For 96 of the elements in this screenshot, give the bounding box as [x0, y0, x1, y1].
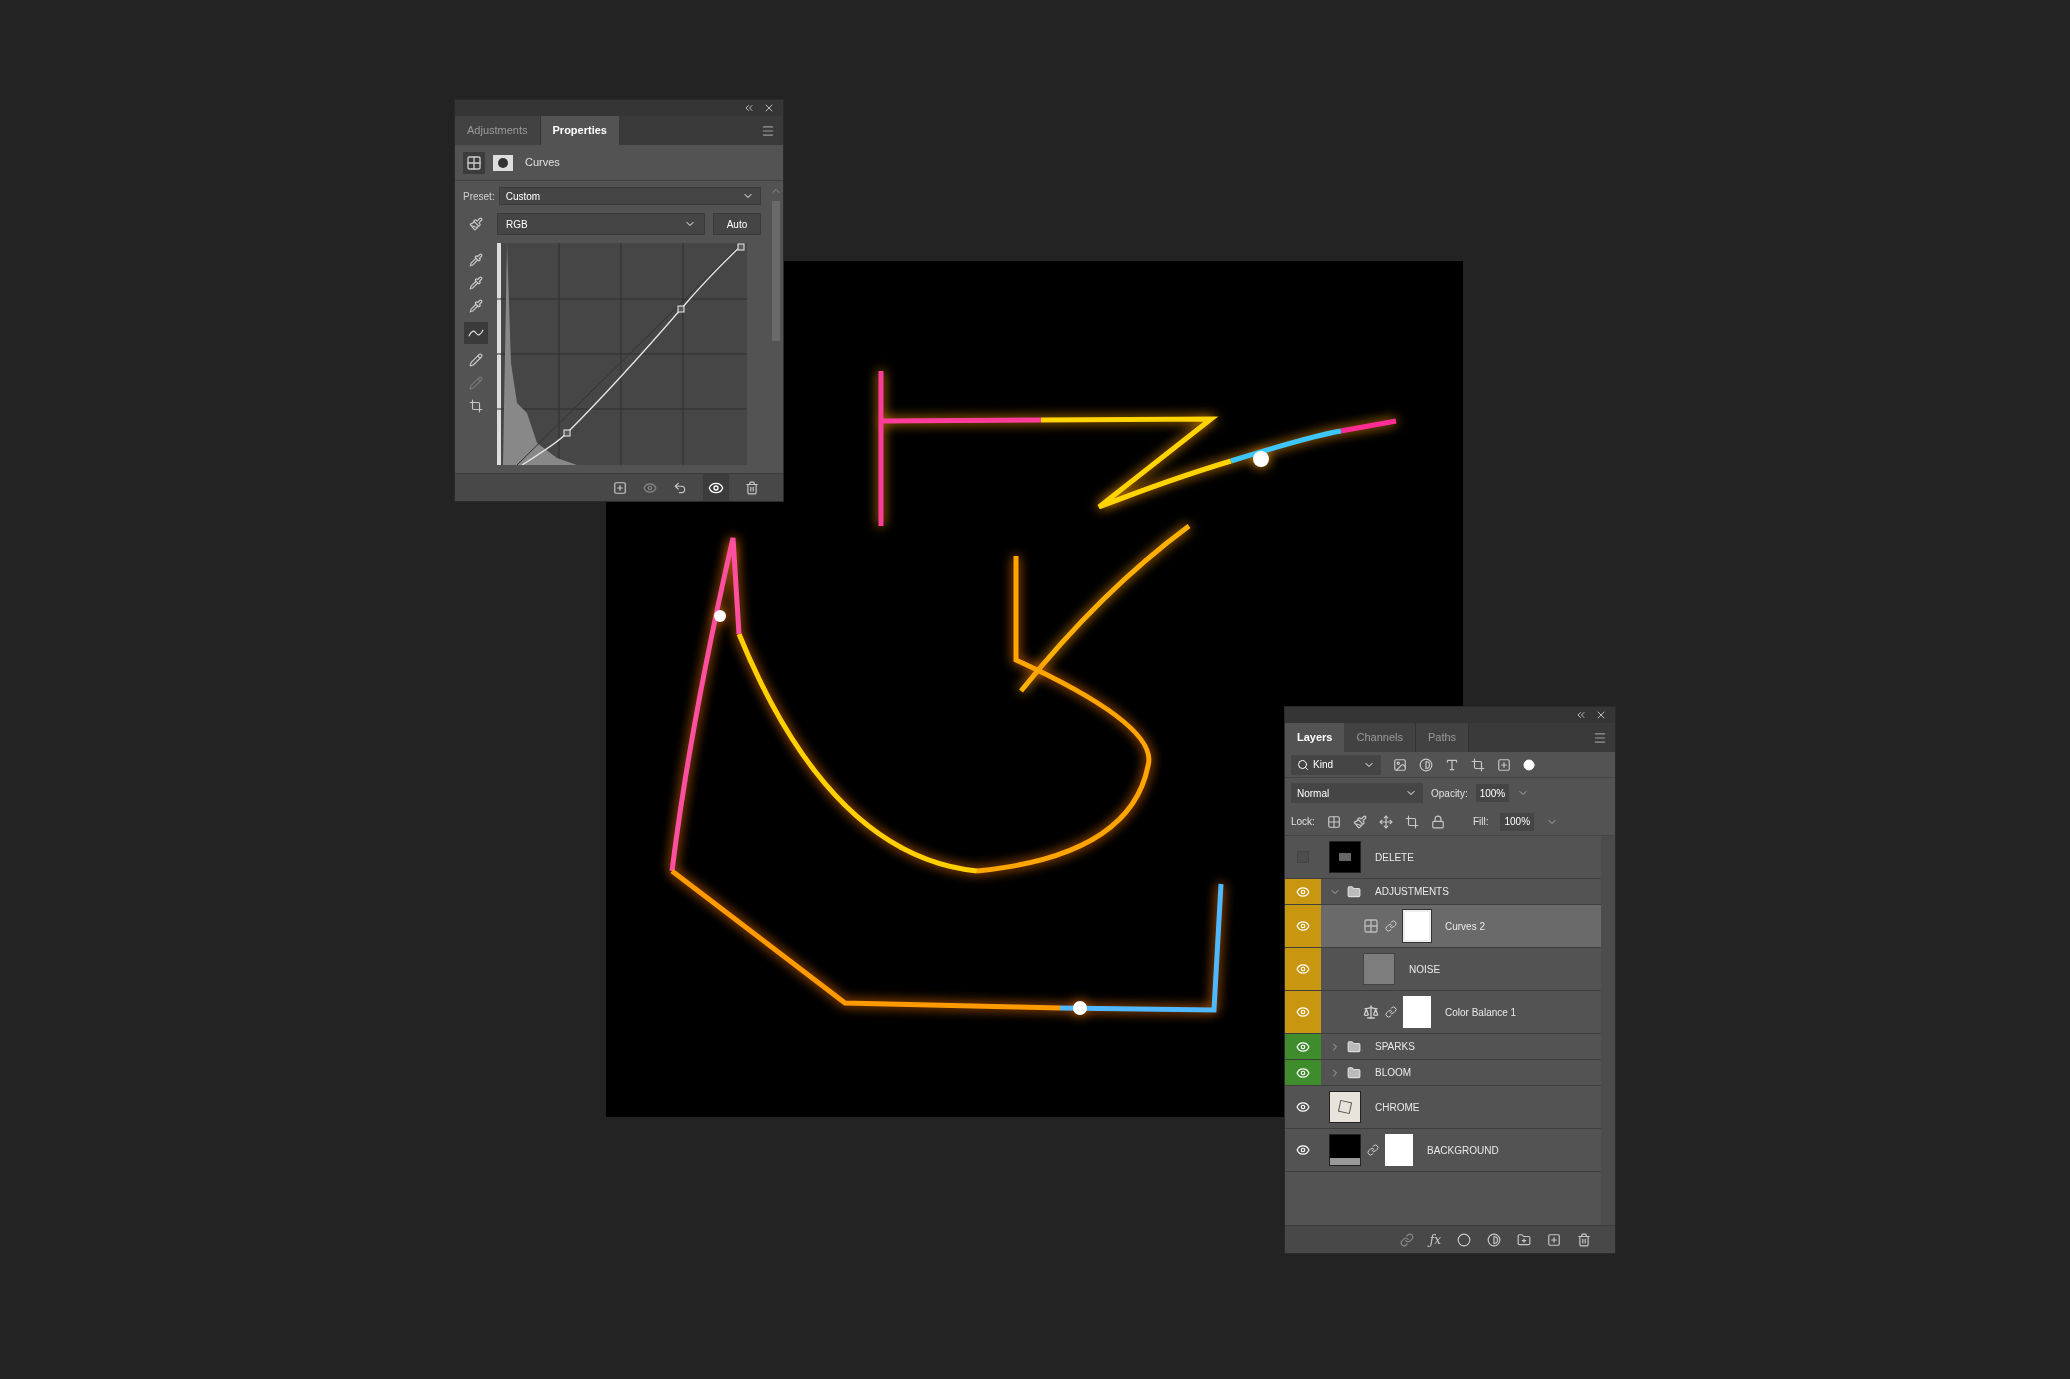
eye-icon	[1296, 1005, 1310, 1019]
opacity-label: Opacity:	[1431, 786, 1468, 801]
scrollbar-track[interactable]	[1601, 836, 1615, 1225]
link-icon	[1367, 1144, 1379, 1156]
new-group-icon[interactable]	[1517, 1232, 1531, 1247]
panel-tab[interactable]: Properties	[540, 116, 619, 145]
layer-name: SPARKS	[1375, 1040, 1415, 1054]
add-mask-icon[interactable]	[1457, 1232, 1471, 1247]
layer-row[interactable]: NOISE	[1285, 948, 1601, 991]
type-filter-icon[interactable]	[1445, 757, 1459, 772]
panel-menu-icon[interactable]	[1593, 730, 1607, 745]
eye-icon	[1296, 962, 1310, 976]
eye-icon	[1296, 1143, 1310, 1157]
new-adjustment-icon[interactable]	[1487, 1232, 1501, 1247]
fx-button[interactable]: ƒx	[1429, 1230, 1441, 1249]
wave-icon	[468, 327, 484, 339]
lock-label: Lock:	[1291, 815, 1315, 829]
eyedropper-icon[interactable]	[469, 276, 483, 290]
lock-pixels-icon[interactable]	[1326, 814, 1341, 829]
layer-name: NOISE	[1409, 962, 1441, 977]
visibility-toggle[interactable]	[1285, 1060, 1321, 1085]
folder-icon	[1347, 884, 1361, 899]
eye-icon	[1296, 919, 1310, 933]
folder-icon	[1347, 1065, 1361, 1080]
layer-thumbnail	[1329, 1091, 1361, 1123]
eye-icon	[1296, 1100, 1310, 1114]
collapse-icon[interactable]	[1575, 709, 1587, 721]
grid-icon	[466, 154, 482, 171]
layer-row[interactable]: Curves 2	[1285, 905, 1601, 948]
fill-field[interactable]: 100%	[1500, 812, 1535, 831]
link-layers-icon[interactable]	[1399, 1232, 1414, 1247]
link-icon	[1385, 1006, 1397, 1018]
preset-label: Preset:	[463, 189, 495, 204]
preset-dropdown[interactable]: Custom	[498, 187, 761, 205]
layer-row[interactable]: SPARKS	[1285, 1034, 1601, 1060]
eye-icon	[1296, 884, 1310, 899]
visibility-toggle[interactable]	[1285, 1034, 1321, 1059]
reset-icon[interactable]	[673, 480, 687, 495]
lock-position-icon[interactable]	[1378, 814, 1393, 829]
panel-tab[interactable]: Channels	[1344, 723, 1416, 752]
visibility-toggle[interactable]	[1285, 905, 1321, 947]
filter-toggle-icon[interactable]	[1523, 758, 1535, 771]
new-layer-icon[interactable]	[1547, 1232, 1561, 1247]
panel-tab[interactable]: Layers	[1285, 723, 1345, 752]
delete-icon[interactable]	[745, 480, 759, 495]
lock-all-icon[interactable]	[1430, 814, 1445, 829]
layer-name: CHROME	[1375, 1100, 1420, 1115]
curves-adjustment-button[interactable]	[463, 151, 485, 174]
close-icon[interactable]	[1595, 709, 1607, 721]
panel-menu-icon[interactable]	[761, 123, 775, 138]
eyedropper-icon[interactable]	[469, 299, 483, 313]
panel-tab[interactable]: Paths	[1415, 723, 1470, 752]
lock-artboard-icon[interactable]	[1404, 814, 1419, 829]
eye-icon	[1296, 1039, 1310, 1054]
layer-name: DELETE	[1375, 850, 1414, 865]
delete-layer-icon[interactable]	[1577, 1232, 1591, 1247]
shape-filter-icon[interactable]	[1471, 757, 1485, 772]
visibility-toggle[interactable]	[1285, 991, 1321, 1033]
close-icon[interactable]	[763, 102, 775, 114]
adjustment-title: Curves	[525, 155, 560, 171]
mask-icon[interactable]	[493, 154, 513, 171]
layer-row[interactable]: Color Balance 1	[1285, 991, 1601, 1034]
filter-value: Kind	[1313, 758, 1333, 772]
balance-layer-icon	[1363, 1004, 1379, 1020]
curve-tool-button[interactable]	[464, 322, 488, 344]
layer-thumbnail	[1363, 953, 1395, 985]
collapse-icon[interactable]	[743, 102, 755, 114]
view-previous-icon[interactable]	[643, 480, 657, 495]
layer-thumbnail	[1329, 841, 1361, 873]
search-icon	[1297, 758, 1309, 771]
layer-name: BACKGROUND	[1427, 1143, 1499, 1158]
layer-name: BLOOM	[1375, 1066, 1412, 1080]
visibility-toggle[interactable]	[1285, 948, 1321, 990]
folder-icon	[1347, 1039, 1361, 1054]
eye-icon	[1296, 1065, 1310, 1080]
visibility-button[interactable]	[703, 474, 729, 501]
link-icon	[1385, 920, 1397, 932]
opacity-field[interactable]: 100%	[1475, 784, 1510, 802]
lock-brush-icon[interactable]	[1352, 814, 1367, 829]
eyedropper-icon[interactable]	[469, 253, 483, 267]
layer-name: Color Balance 1	[1445, 1005, 1517, 1020]
filter-dropdown[interactable]: Kind	[1291, 754, 1381, 775]
layer-row[interactable]: BLOOM	[1285, 1060, 1601, 1086]
visibility-toggle[interactable]	[1285, 879, 1321, 904]
layer-row[interactable]: ADJUSTMENTS	[1285, 879, 1601, 905]
pixel-filter-icon[interactable]	[1393, 757, 1407, 772]
fill-label: Fill:	[1472, 815, 1489, 829]
blend-mode-dropdown[interactable]: Normal	[1291, 783, 1423, 803]
channel-dropdown[interactable]: RGB	[497, 213, 705, 235]
pencil-icon[interactable]	[469, 353, 483, 367]
adjustment-filter-icon[interactable]	[1419, 757, 1433, 772]
auto-button[interactable]: Auto	[713, 213, 761, 235]
layer-name: ADJUSTMENTS	[1375, 885, 1449, 899]
panel-tab[interactable]: Adjustments	[455, 116, 541, 145]
layer-thumbnail	[1329, 1134, 1361, 1166]
layer-name: Curves 2	[1445, 919, 1485, 934]
